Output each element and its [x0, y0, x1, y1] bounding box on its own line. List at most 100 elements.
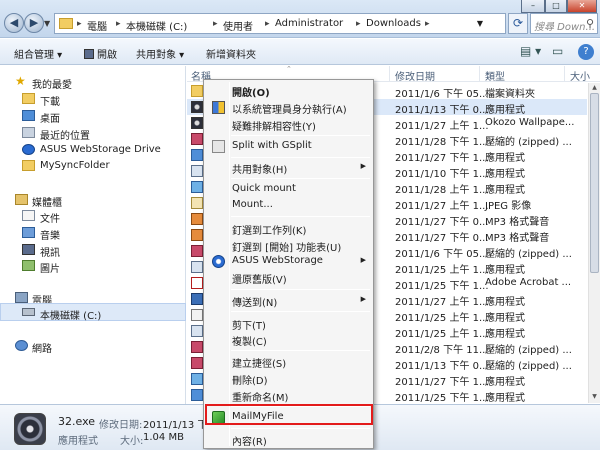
breadcrumb-separator[interactable]: ▸ — [356, 19, 361, 29]
new-folder-button[interactable]: 新增資料夾 — [206, 46, 256, 61]
breadcrumb-local-disk[interactable]: 本機磁碟 (C:) — [126, 18, 187, 33]
folder-icon — [59, 18, 73, 29]
menu-item-restore[interactable]: 還原舊版(V) — [206, 269, 372, 286]
menu-item-asus-webstorage[interactable]: ASUS WebStorage ▶ — [206, 253, 372, 270]
menu-rename-label: 重新命名(M) — [232, 393, 289, 404]
menu-item-properties[interactable]: 內容(R) — [206, 431, 372, 448]
breadcrumb-downloads[interactable]: Downloads — [366, 18, 421, 29]
nav-pictures[interactable]: 圖片 — [0, 257, 186, 275]
view-options-icon[interactable]: ▤ ▾ — [520, 44, 541, 58]
nav-documents[interactable]: 文件 — [0, 207, 186, 225]
minimize-button[interactable]: – — [521, 0, 545, 13]
breadcrumb-separator[interactable]: ▸ — [265, 19, 270, 29]
row-date: 2011/1/6 下午 05... — [395, 249, 489, 260]
navigation-pane: ★ 我的最愛 下載 桌面 最近的位置 ASUS WebStorage Drive… — [0, 66, 186, 404]
menu-item-mount[interactable]: Mount... — [206, 197, 372, 214]
nav-favorites[interactable]: ★ 我的最愛 — [0, 73, 186, 91]
breadcrumb-administrator[interactable]: Administrator — [275, 18, 343, 29]
menu-item-pin-taskbar[interactable]: 釘選到工作列(K) — [206, 220, 372, 237]
menu-item-create-shortcut[interactable]: 建立捷徑(S) — [206, 353, 372, 370]
app-icon — [191, 261, 203, 273]
menu-item-rename[interactable]: 重新命名(M) — [206, 387, 372, 404]
menu-item-troubleshoot[interactable]: 疑難排解相容性(Y) — [206, 116, 372, 133]
menu-item-delete[interactable]: 刪除(D) — [206, 370, 372, 387]
breadcrumb-computer[interactable]: 電腦 — [87, 18, 107, 33]
breadcrumb-users[interactable]: 使用者 — [223, 18, 253, 33]
nav-recent[interactable]: 最近的位置 — [0, 124, 186, 142]
menu-item-cut[interactable]: 剪下(T) — [206, 315, 372, 332]
menu-separator — [231, 428, 370, 429]
menu-item-copy[interactable]: 複製(C) — [206, 331, 372, 348]
organize-button[interactable]: 組合管理 ▾ — [14, 46, 62, 61]
menu-item-share[interactable]: 共用對象(H) ▶ — [206, 159, 372, 176]
menu-cut-label: 剪下(T) — [232, 321, 266, 332]
folder-icon — [22, 160, 35, 171]
breadcrumb-separator[interactable]: ▸ — [77, 19, 82, 29]
row-date: 2011/1/27 下午 0... — [395, 233, 489, 244]
menu-item-send-to[interactable]: 傳送到(N) ▶ — [206, 292, 372, 309]
maximize-button[interactable]: □ — [545, 0, 567, 13]
zip-icon — [191, 245, 203, 257]
nav-local-disk[interactable]: 本機磁碟 (C:) — [0, 303, 186, 322]
forward-button[interactable]: ▶ — [24, 13, 44, 33]
column-size[interactable]: 大小 — [570, 68, 590, 83]
menu-item-pin-start[interactable]: 釘選到 [開始] 功能表(U) — [206, 237, 372, 254]
recent-pages-dropdown[interactable]: ▼ — [44, 19, 50, 28]
menu-separator — [231, 178, 370, 179]
close-button[interactable]: ✕ — [567, 0, 597, 13]
refresh-button[interactable]: ⟳ — [508, 13, 528, 34]
nav-mysync-label: MySyncFolder — [40, 160, 110, 171]
help-icon[interactable]: ? — [578, 44, 594, 60]
column-type[interactable]: 類型 — [485, 68, 505, 83]
menu-shortcut-label: 建立捷徑(S) — [232, 359, 287, 370]
libraries-icon — [15, 194, 28, 205]
submenu-arrow-icon: ▶ — [360, 162, 366, 170]
vertical-scrollbar[interactable]: ▲ ▼ — [588, 83, 600, 403]
nav-desktop[interactable]: 桌面 — [0, 107, 186, 125]
details-modified-label: 修改日期: — [99, 420, 143, 431]
column-divider[interactable] — [564, 66, 565, 82]
breadcrumb-separator[interactable]: ▸ — [425, 19, 430, 29]
share-button[interactable]: 共用對象 ▾ — [136, 46, 184, 61]
back-button[interactable]: ◀ — [4, 13, 24, 33]
zip-icon — [191, 133, 203, 145]
menu-separator — [231, 289, 370, 290]
menu-item-quick-mount[interactable]: Quick mount — [206, 181, 372, 198]
breadcrumb-separator[interactable]: ▸ — [116, 19, 121, 29]
search-input[interactable]: 搜尋 Down... ⚲ — [530, 13, 598, 34]
breadcrumb-separator[interactable]: ▸ — [213, 19, 218, 29]
network-icon — [15, 340, 28, 351]
menu-item-run-as-admin[interactable]: 以系統管理員身分執行(A) — [206, 99, 372, 116]
menu-item-open[interactable]: 開啟(O) — [206, 82, 372, 99]
nav-mysyncfolder[interactable]: MySyncFolder — [0, 157, 186, 175]
star-icon: ★ — [15, 74, 26, 88]
nav-downloads[interactable]: 下載 — [0, 90, 186, 108]
scroll-up-icon[interactable]: ▲ — [590, 84, 599, 93]
nav-network[interactable]: 網路 — [0, 337, 186, 355]
menu-item-gsplit[interactable]: Split with GSplit — [206, 138, 372, 155]
row-type: 壓縮的 (zipped) ... — [485, 249, 572, 260]
preview-pane-icon[interactable]: ▭ — [552, 44, 563, 58]
menu-separator — [231, 157, 370, 158]
column-divider[interactable] — [479, 66, 480, 82]
app-icon — [191, 309, 203, 321]
row-date: 2011/1/25 下午 1... — [395, 393, 489, 404]
row-type: 應用程式 — [485, 297, 525, 308]
nav-asus-label: ASUS WebStorage Drive — [40, 144, 161, 155]
app-icon — [191, 165, 203, 177]
downloads-folder-icon — [22, 93, 35, 104]
app-icon — [191, 293, 203, 305]
nav-music-label: 音樂 — [40, 231, 60, 242]
column-divider[interactable] — [389, 66, 390, 82]
column-date[interactable]: 修改日期 — [395, 68, 435, 83]
nav-music[interactable]: 音樂 — [0, 224, 186, 242]
open-button[interactable]: 開啟 — [84, 46, 117, 61]
menu-pin-start-label: 釘選到 [開始] 功能表(U) — [232, 243, 342, 254]
row-type: 壓縮的 (zipped) ... — [485, 137, 572, 148]
app-icon — [191, 181, 203, 193]
scroll-down-icon[interactable]: ▼ — [590, 393, 599, 402]
address-dropdown-icon[interactable]: ▼ — [477, 19, 483, 28]
address-field[interactable]: ▸ 電腦 ▸ 本機磁碟 (C:) ▸ 使用者 ▸ Administrator ▸… — [54, 13, 506, 34]
scrollbar-thumb[interactable] — [590, 93, 599, 273]
address-bar-area: ◀ ▶ ▼ ▸ 電腦 ▸ 本機磁碟 (C:) ▸ 使用者 ▸ Administr… — [0, 0, 600, 38]
